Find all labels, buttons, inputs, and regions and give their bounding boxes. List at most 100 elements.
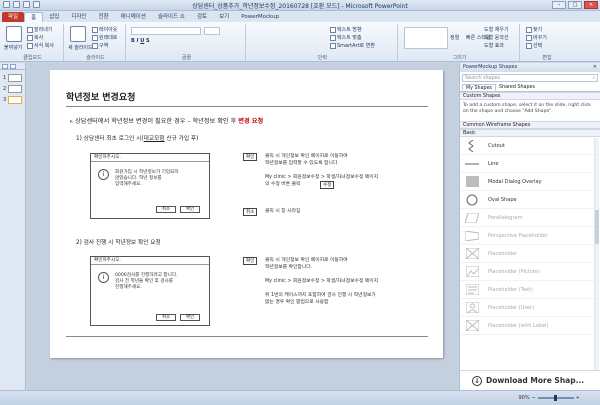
shape-item-parallelogram[interactable]: Parallelogram [460, 209, 600, 227]
shape-fill-button[interactable]: 도형 채우기 [484, 26, 509, 33]
tab-shared-shapes[interactable]: Shared Shapes [496, 84, 538, 91]
font-family-select[interactable] [131, 27, 201, 35]
title-bar: 상담센터_상품추가_학년정보수정_20160728 [호환 모드] - Micr… [0, 0, 600, 11]
layout-icon [92, 26, 98, 33]
shape-item-placeholder-text[interactable]: Placeholder (Text) [460, 281, 600, 299]
info-icon: i [98, 272, 109, 283]
basic-section[interactable]: Basic [460, 129, 600, 137]
slides-tab-icon[interactable] [2, 64, 8, 69]
status-bar: 90% − + [0, 390, 600, 405]
select-button[interactable]: 선택 [526, 42, 542, 49]
panel-scrollbar[interactable] [594, 138, 599, 370]
tab-slideshow[interactable]: 슬라이드 쇼 [152, 12, 191, 22]
tab-transitions[interactable]: 전환 [93, 12, 115, 22]
tab-insert[interactable]: 삽입 [43, 12, 65, 22]
search-icon[interactable]: ⌕ [592, 75, 595, 82]
shape-item-placeholder[interactable]: Placeholder [460, 245, 600, 263]
tab-home[interactable]: 홈 [24, 12, 44, 22]
format-painter-button[interactable]: 서식 복사 [27, 42, 54, 49]
dialog-cancel-button[interactable]: 취소 [156, 206, 176, 213]
note-1-line: My clinic > 회원정보수정 > 학생/자녀정보수정 페이지 [265, 175, 379, 180]
zoom-level[interactable]: 90% [518, 395, 529, 401]
layout-button[interactable]: 레이아웃 [92, 26, 117, 33]
tab-powermockup[interactable]: PowerMockup [235, 12, 285, 22]
zoom-out-icon[interactable]: − [532, 395, 536, 401]
shape-item-perspective[interactable]: Perspective Placeholder [460, 227, 600, 245]
shape-item-line[interactable]: Line [460, 155, 600, 173]
font-size-select[interactable] [204, 27, 220, 35]
close-button[interactable]: ✕ [584, 1, 598, 9]
smartart-button[interactable]: SmartArt로 변환 [330, 42, 375, 49]
bold-button[interactable]: B I U S [131, 38, 150, 44]
mock-dialog-grade-confirm[interactable]: 확인하주시오. i 0000검사를 진행하려고 합니다. 검사 전 학년을 확인… [90, 256, 210, 326]
tab-review[interactable]: 검토 [191, 12, 213, 22]
step-2-heading[interactable]: 2) 검사 진행 시 학년정보 확인 요청 [76, 237, 161, 246]
tab-file[interactable]: 파일 [2, 12, 25, 22]
thumbnail-number: 1 [3, 74, 7, 81]
shapes-gallery[interactable] [404, 27, 448, 49]
close-panel-icon[interactable]: ✕ [593, 63, 597, 72]
arrange-button[interactable]: 정렬 [450, 34, 459, 41]
text-align-button[interactable]: 텍스트 맞춤 [330, 34, 362, 41]
download-label: Download More Shap... [486, 376, 585, 385]
wireframe-section[interactable]: Common Wireframe Shapes [460, 121, 600, 129]
shape-label: Oval Shape [488, 196, 517, 203]
tab-view[interactable]: 보기 [213, 12, 235, 22]
zoom-in-icon[interactable]: + [576, 395, 580, 401]
copy-button[interactable]: 복사 [27, 34, 43, 41]
format-label: 서식 복사 [34, 43, 54, 49]
zoom-slider[interactable] [537, 395, 574, 401]
note-2-line: 클릭 시 개인정보 확인 페이지로 이동하여 [265, 258, 348, 263]
find-label: 찾기 [533, 27, 543, 33]
note-2-line: 없는 경우 확인 팝업으로 사용함 [265, 300, 329, 305]
slide-canvas: 학년정보 변경요청 ▸ 상담센터에서 학년정보 변경이 필요한 경우 – 학년정보… [27, 63, 458, 390]
slide-title[interactable]: 학년정보 변경요청 [66, 90, 135, 103]
paste-icon[interactable] [6, 26, 22, 42]
dialog-ok-button[interactable]: 확인 [180, 314, 200, 321]
section-button[interactable]: 구역 [92, 42, 108, 49]
mock-dialog-grade-missing[interactable]: 확인하주시오. i 회원가입 시 학년정보가 기입되지 않았습니다. 학년 정보… [90, 153, 210, 219]
tab-animations[interactable]: 애니메이션 [115, 12, 152, 22]
shape-search-input[interactable]: Search shapes ⌕ [462, 74, 598, 82]
note-1-line: 학년정보를 입력할 수 있도록 합니다. [265, 161, 339, 166]
download-more-shapes-button[interactable]: ↓ Download More Shap... [460, 370, 600, 390]
title-divider [66, 106, 428, 107]
slide[interactable]: 학년정보 변경요청 ▸ 상담센터에서 학년정보 변경이 필요한 경우 – 학년정보… [50, 70, 443, 358]
main-bullet[interactable]: ▸ 상담센터에서 학년정보 변경이 필요한 경우 – 학년정보 확인 후 변경 요… [70, 116, 263, 125]
text-direction-button[interactable]: 텍스트 방향 [330, 26, 362, 33]
dialog-ok-button[interactable]: 확인 [180, 206, 200, 213]
new-slide-button[interactable]: 새 슬라이드 [68, 44, 93, 51]
shape-item-placeholder-picture[interactable]: Placeholder (Picture) [460, 263, 600, 281]
minimize-button[interactable]: – [552, 1, 566, 9]
shape-item-oval[interactable]: Oval Shape [460, 191, 600, 209]
text-direction-icon [330, 26, 336, 33]
tab-my-shapes[interactable]: My Shapes [462, 84, 497, 91]
replace-button[interactable]: 바꾸기 [526, 34, 547, 41]
find-button[interactable]: 찾기 [526, 26, 542, 33]
find-icon [526, 26, 532, 33]
shape-item-cutout[interactable]: Cutout [460, 137, 600, 155]
bullet-text: 상담센터에서 학년정보 변경이 필요한 경우 – 학년정보 확인 후 [75, 118, 239, 125]
zoom-slider-knob[interactable] [553, 395, 557, 401]
shape-item-placeholder-label[interactable]: Placeholder (with Label) [460, 317, 600, 335]
text-direction-label: 텍스트 방향 [337, 27, 362, 33]
step-1-heading[interactable]: 1) 상담센터 최초 로그인 시(대교모험 신규 가입 후) [76, 133, 198, 142]
dialog-cancel-button[interactable]: 취소 [156, 314, 176, 321]
tab-design[interactable]: 디자인 [65, 12, 92, 22]
maximize-button[interactable]: □ [568, 1, 582, 9]
outline-tab-icon[interactable] [10, 64, 16, 69]
smartart-icon [330, 42, 336, 49]
cut-button[interactable]: 잘라내기 [27, 26, 52, 33]
scrollbar-thumb[interactable] [595, 210, 599, 244]
shape-item-placeholder-user[interactable]: Placeholder (User) [460, 299, 600, 317]
paste-button[interactable]: 붙여넣기 [4, 44, 22, 51]
custom-shapes-section[interactable]: Custom Shapes [460, 92, 600, 100]
reset-button[interactable]: 원래대로 [92, 34, 117, 41]
shape-item-modal-overlay[interactable]: Modal Dialog Overlay [460, 173, 600, 191]
shape-effects-button[interactable]: 도형 효과 [484, 42, 504, 49]
shape-outline-button[interactable]: 도형 윤곽선 [484, 34, 509, 41]
slide-thumbnail[interactable]: 2 [3, 84, 23, 93]
new-slide-icon[interactable] [70, 26, 86, 42]
slide-thumbnail-selected[interactable]: 3 [3, 95, 23, 104]
slide-thumbnail[interactable]: 1 [3, 73, 23, 82]
